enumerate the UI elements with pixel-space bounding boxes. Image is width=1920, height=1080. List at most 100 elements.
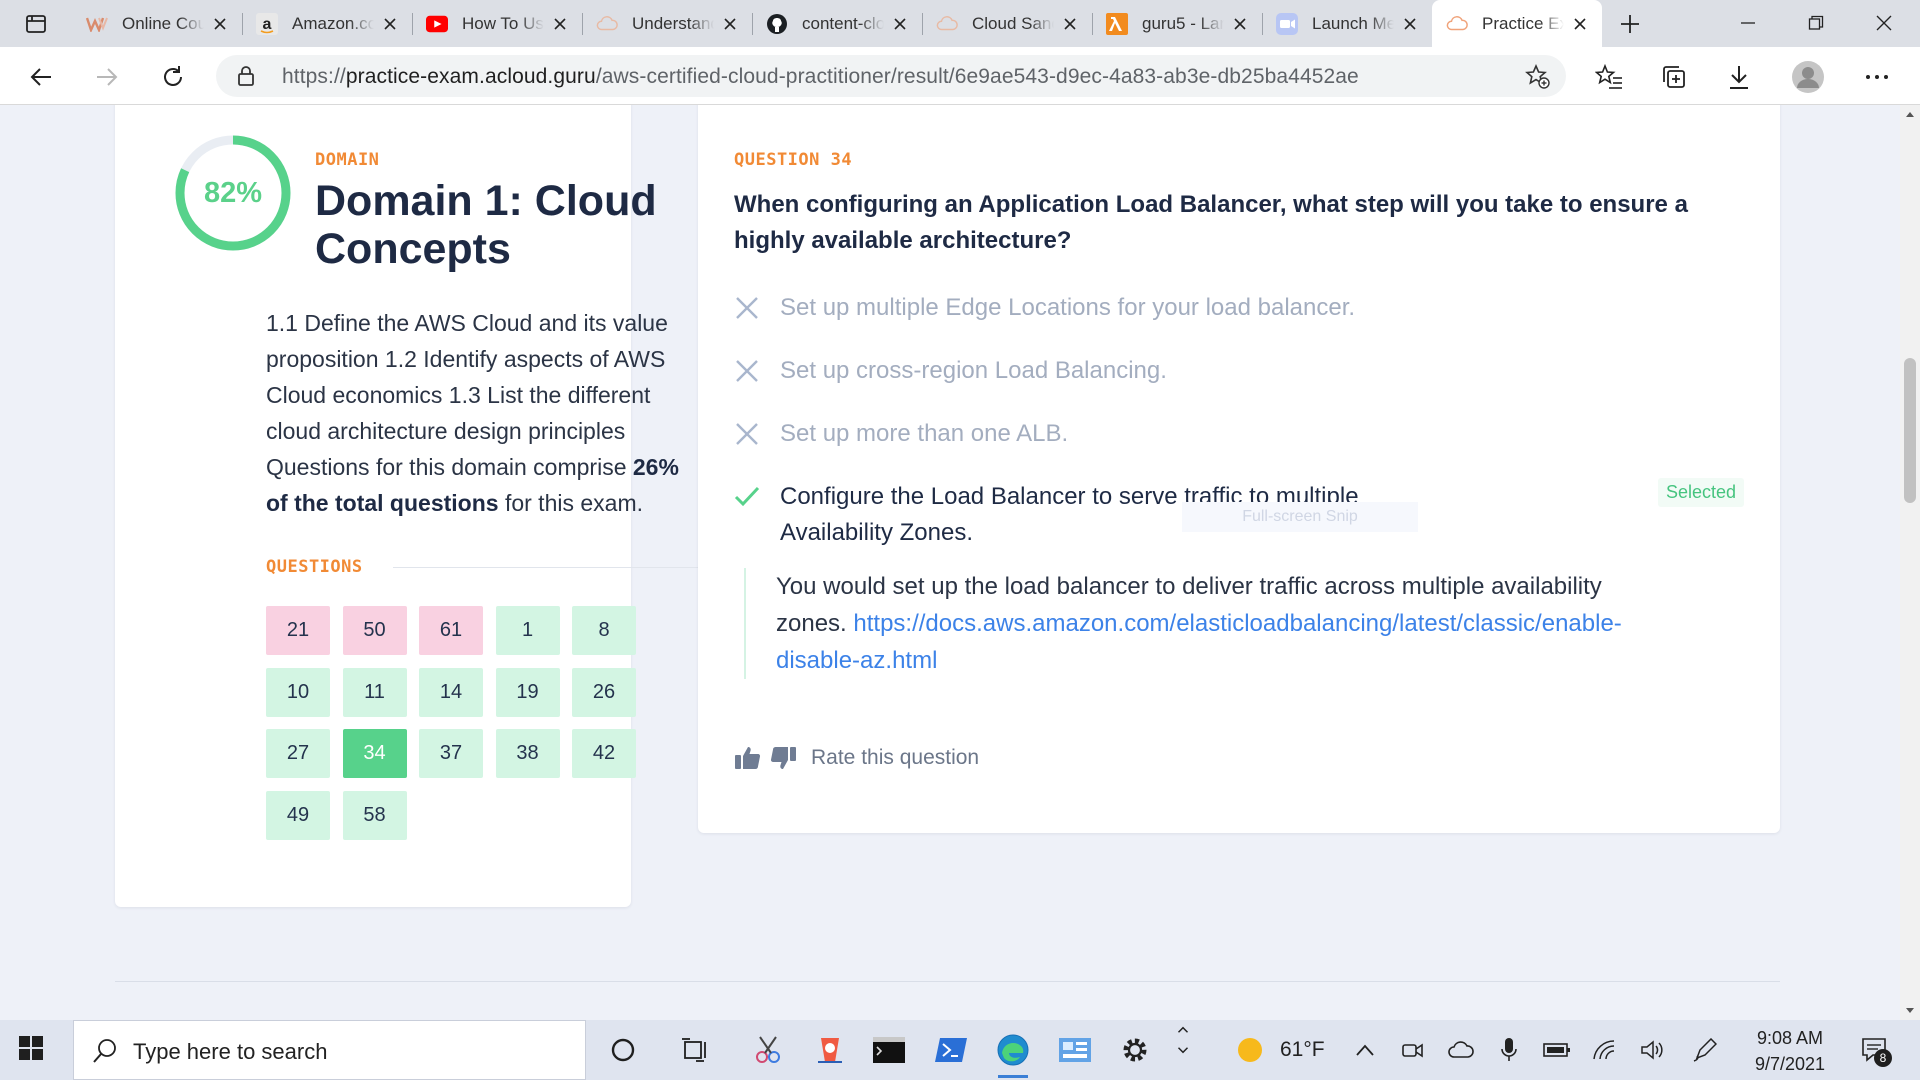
browser-tab[interactable]: How To Use xyxy=(412,0,582,47)
question-chip-26[interactable]: 26 xyxy=(572,667,636,717)
close-tab-icon[interactable] xyxy=(550,14,570,34)
weather-widget[interactable] xyxy=(1235,1035,1265,1065)
show-hidden-icons-button[interactable] xyxy=(1168,1025,1198,1055)
powershell-button[interactable] xyxy=(928,1028,974,1072)
settings-app-button[interactable] xyxy=(1112,1028,1158,1072)
scroll-down-icon[interactable] xyxy=(1900,1002,1920,1018)
control-panel-button[interactable] xyxy=(1052,1028,1098,1072)
browser-tab[interactable]: content-cloud xyxy=(752,0,922,47)
close-tab-icon[interactable] xyxy=(1570,14,1590,34)
question-chip-61[interactable]: 61 xyxy=(419,606,483,655)
volume-button[interactable] xyxy=(1638,1035,1668,1065)
question-chip-38[interactable]: 38 xyxy=(495,729,560,778)
domain-description: 1.1 Define the AWS Cloud and its value p… xyxy=(266,305,706,521)
snip-overlay-tooltip: Full-screen Snip xyxy=(1182,502,1418,532)
browser-tab[interactable]: Understanding xyxy=(582,0,752,47)
amazon-icon: a xyxy=(256,12,278,35)
microphone-button[interactable] xyxy=(1494,1035,1524,1065)
url-text[interactable]: https://practice-exam.acloud.guru/aws-ce… xyxy=(282,65,1359,89)
close-tab-icon[interactable] xyxy=(380,14,400,34)
new-tab-button[interactable] xyxy=(1612,10,1648,38)
browser-tab[interactable]: Launch Meeting xyxy=(1262,0,1432,47)
incorrect-x-icon xyxy=(736,423,758,445)
terminal-button[interactable] xyxy=(866,1028,912,1072)
restore-button[interactable] xyxy=(1794,8,1838,38)
weather-temperature[interactable]: 61°F xyxy=(1280,1038,1325,1062)
close-window-button[interactable] xyxy=(1862,8,1906,38)
windows-start-icon[interactable] xyxy=(18,1035,44,1061)
question-chip-37[interactable]: 37 xyxy=(419,729,483,778)
profile-button[interactable] xyxy=(1789,58,1827,96)
sun-icon xyxy=(1238,1038,1262,1062)
snipping-tool-button[interactable] xyxy=(745,1028,791,1072)
question-chip-8[interactable]: 8 xyxy=(572,606,636,655)
browser-tab-strip: Online Courses a Amazon.com How To Use Under… xyxy=(0,0,1920,47)
close-tab-icon[interactable] xyxy=(1230,14,1250,34)
thumbs-down-icon[interactable] xyxy=(769,745,797,771)
browser-tab[interactable]: Online Courses xyxy=(72,0,242,47)
question-chip-14[interactable]: 14 xyxy=(419,667,483,717)
question-chip-50[interactable]: 50 xyxy=(342,606,407,655)
edge-icon xyxy=(997,1034,1029,1066)
question-number-grid: 21 50 61 1 8 10 11 14 19 26 27 34 37 38 42 49 58 xyxy=(266,606,666,840)
question-chip-21[interactable]: 21 xyxy=(266,606,330,655)
search-icon xyxy=(93,1039,116,1063)
question-chip-11[interactable]: 11 xyxy=(342,667,407,717)
lock-icon[interactable] xyxy=(236,65,256,87)
tab-actions-button[interactable] xyxy=(18,10,54,38)
close-tab-icon[interactable] xyxy=(890,14,910,34)
thumbs-up-icon[interactable] xyxy=(734,745,762,771)
pen-workspace-button[interactable] xyxy=(1690,1035,1720,1065)
question-chip-49[interactable]: 49 xyxy=(266,790,330,840)
add-favorite-icon[interactable] xyxy=(1524,63,1550,89)
question-chip-34[interactable]: 34 xyxy=(342,729,407,778)
minimize-button[interactable] xyxy=(1726,8,1770,38)
collections-button[interactable] xyxy=(1655,58,1693,96)
close-tab-icon[interactable] xyxy=(1400,14,1420,34)
downloads-button[interactable] xyxy=(1720,58,1758,96)
taskbar-search-box[interactable]: Type here to search xyxy=(73,1020,586,1080)
question-chip-27[interactable]: 27 xyxy=(266,729,330,778)
system-clock[interactable]: 9:08 AM 9/7/2021 xyxy=(1740,1025,1840,1077)
cortana-button[interactable] xyxy=(600,1028,646,1072)
back-button[interactable] xyxy=(22,58,60,96)
browser-tab[interactable]: guru5 - Lambda xyxy=(1092,0,1262,47)
question-chip-58[interactable]: 58 xyxy=(342,790,407,840)
forward-button[interactable] xyxy=(88,58,126,96)
avatar-icon xyxy=(1792,61,1824,93)
reload-button[interactable] xyxy=(154,58,192,96)
scroll-up-icon[interactable] xyxy=(1900,107,1920,123)
question-chip-42[interactable]: 42 xyxy=(572,729,636,778)
question-text: When configuring an Application Load Bal… xyxy=(734,191,1688,254)
browser-tab-active[interactable]: Practice Exam xyxy=(1432,0,1602,47)
windows-taskbar: Type here to search 61°F 9:08 AM 9/7/202… xyxy=(0,1020,1920,1080)
question-chip-1[interactable]: 1 xyxy=(495,606,560,655)
edge-browser-button[interactable] xyxy=(990,1028,1036,1078)
question-chip-10[interactable]: 10 xyxy=(266,667,330,717)
close-tab-icon[interactable] xyxy=(1060,14,1080,34)
documentation-link[interactable]: https://docs.aws.amazon.com/elasticloadb… xyxy=(776,610,1622,674)
wifi-indicator[interactable] xyxy=(1590,1035,1620,1065)
close-tab-icon[interactable] xyxy=(210,14,230,34)
page-scrollbar[interactable] xyxy=(1900,105,1920,1020)
tray-overflow-button[interactable] xyxy=(1350,1035,1380,1065)
browser-tab[interactable]: Cloud Sandbox xyxy=(922,0,1092,47)
rate-question-label[interactable]: Rate this question xyxy=(811,746,979,770)
question-chip-19[interactable]: 19 xyxy=(495,667,560,717)
video-camera-icon xyxy=(1402,1043,1423,1058)
scrollbar-thumb[interactable] xyxy=(1904,358,1916,503)
settings-menu-button[interactable] xyxy=(1858,58,1896,96)
task-view-button[interactable] xyxy=(672,1028,718,1072)
section-divider xyxy=(115,981,1780,982)
favorites-button[interactable] xyxy=(1590,58,1628,96)
snip-sketch-button[interactable] xyxy=(807,1028,853,1072)
browser-tab[interactable]: a Amazon.com xyxy=(242,0,412,47)
tab-title: How To Use xyxy=(462,13,544,33)
close-tab-icon[interactable] xyxy=(720,14,740,34)
microphone-icon xyxy=(1501,1038,1517,1061)
onedrive-button[interactable] xyxy=(1446,1035,1476,1065)
meet-now-button[interactable] xyxy=(1398,1035,1428,1065)
address-bar[interactable]: https://practice-exam.acloud.guru/aws-ce… xyxy=(216,55,1566,97)
battery-indicator[interactable] xyxy=(1542,1035,1572,1065)
notification-center-button[interactable]: 8 xyxy=(1858,1035,1892,1067)
